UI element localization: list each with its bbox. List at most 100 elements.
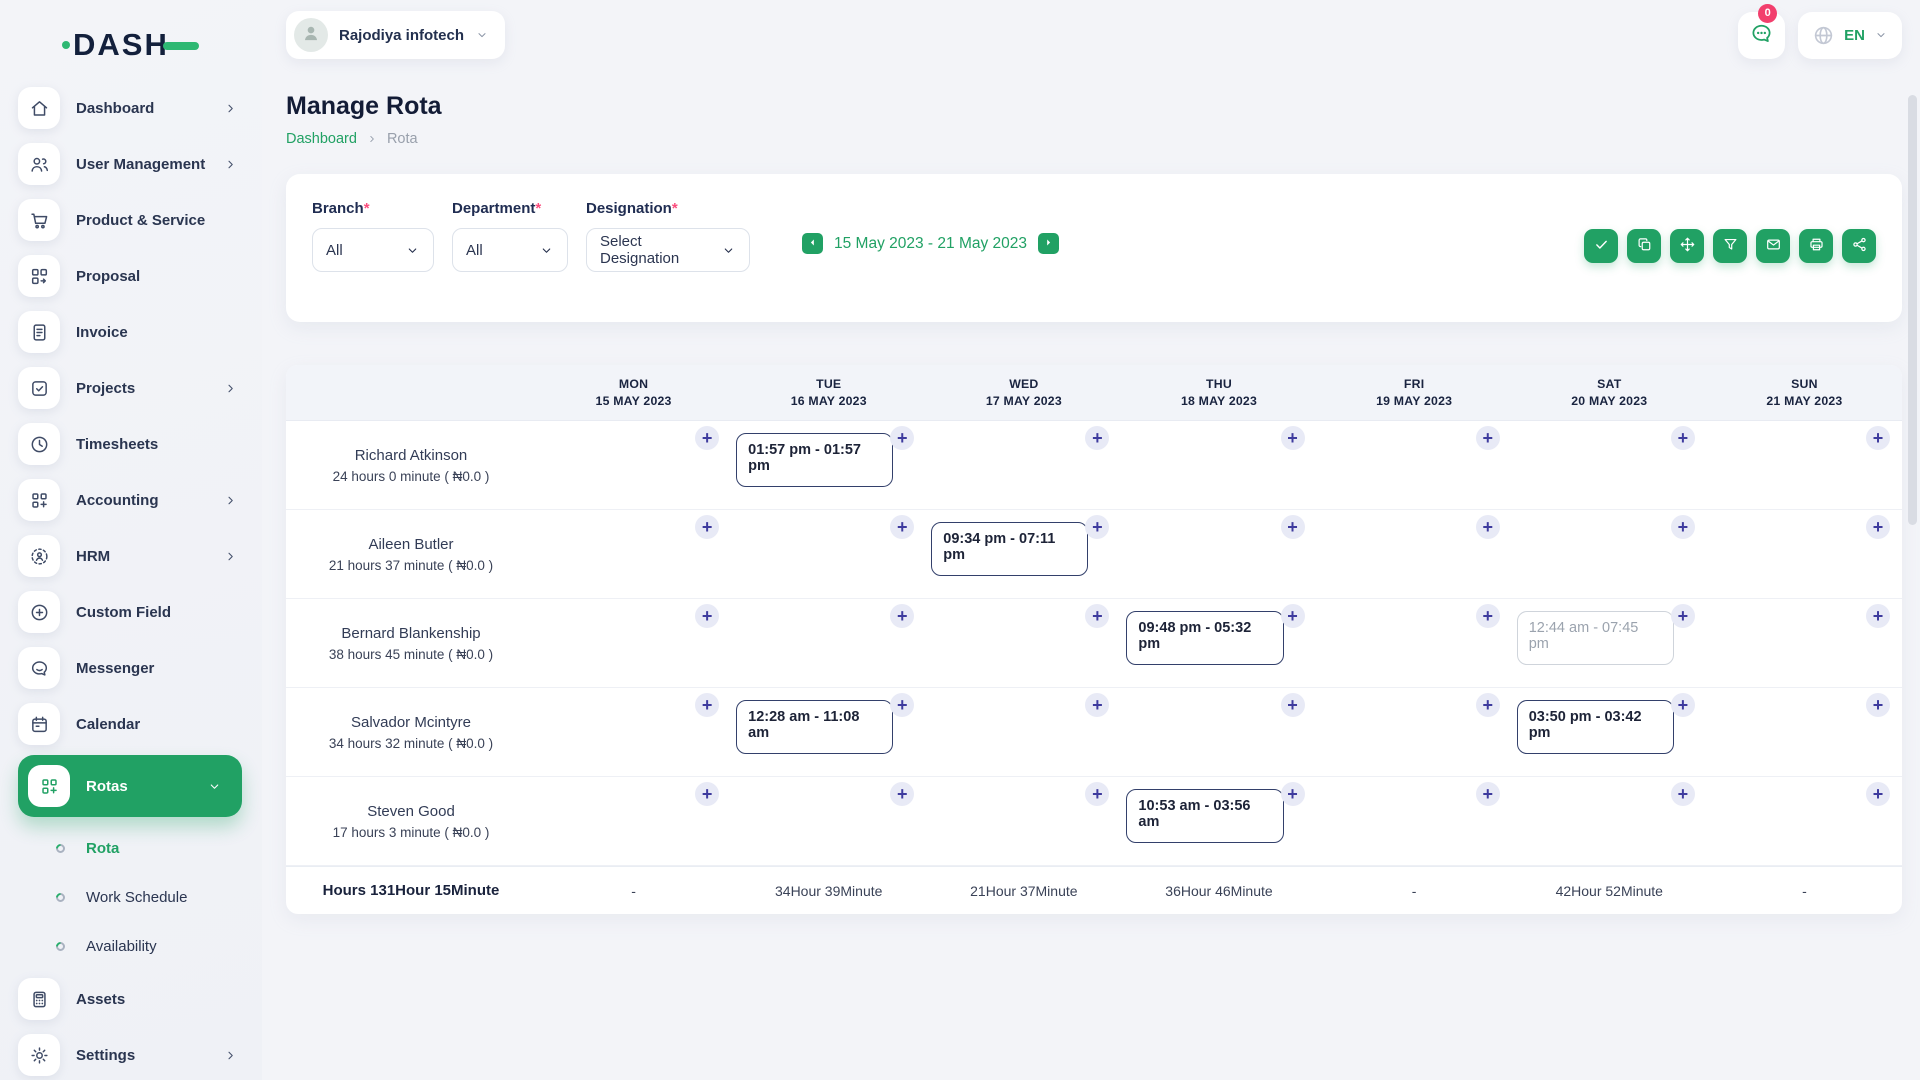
add-shift-button[interactable]: + — [1281, 604, 1305, 628]
sidebar-item-projects[interactable]: Projects — [18, 360, 262, 416]
designation-select[interactable]: Select Designation — [586, 228, 750, 272]
sidebar-item-messenger[interactable]: Messenger — [18, 640, 262, 696]
department-select[interactable]: All — [452, 228, 568, 272]
mail-button[interactable] — [1756, 229, 1790, 263]
breadcrumb-dashboard-link[interactable]: Dashboard — [286, 131, 357, 147]
sidebar-item-settings[interactable]: Settings — [18, 1027, 262, 1080]
add-shift-button[interactable]: + — [1671, 604, 1695, 628]
add-shift-button[interactable]: + — [695, 604, 719, 628]
sidebar-item-user-management[interactable]: User Management — [18, 136, 262, 192]
rota-table: MON15 MAY 2023TUE16 MAY 2023WED17 MAY 20… — [286, 365, 1902, 914]
add-shift-button[interactable]: + — [1476, 782, 1500, 806]
sidebar-item-invoice[interactable]: Invoice — [18, 304, 262, 360]
add-shift-button[interactable]: + — [1085, 604, 1109, 628]
add-shift-button[interactable]: + — [890, 515, 914, 539]
add-shift-button[interactable]: + — [695, 426, 719, 450]
add-shift-button[interactable]: + — [1671, 782, 1695, 806]
caret-right-icon — [1042, 236, 1055, 252]
calculator-icon — [18, 978, 60, 1020]
language-selector[interactable]: EN — [1798, 12, 1902, 59]
add-shift-button[interactable]: + — [1085, 693, 1109, 717]
add-shift-button[interactable]: + — [1281, 782, 1305, 806]
chevron-down-icon — [207, 779, 222, 794]
globe-icon — [1812, 24, 1835, 47]
sidebar-item-rotas[interactable]: Rotas — [18, 755, 242, 817]
sidebar-item-calendar[interactable]: Calendar — [18, 696, 262, 752]
branch-select[interactable]: All — [312, 228, 434, 272]
sidebar-item-timesheets[interactable]: Timesheets — [18, 416, 262, 472]
sidebar-item-product-service[interactable]: Product & Service — [18, 192, 262, 248]
rota-cell-mon: + — [536, 777, 731, 865]
copy-button[interactable] — [1627, 229, 1661, 263]
next-week-button[interactable] — [1038, 233, 1059, 254]
add-shift-button[interactable]: + — [1476, 426, 1500, 450]
employee-info: Steven Good17 hours 3 minute ( ₦0.0 ) — [286, 777, 536, 865]
shift-entry[interactable]: 10:53 am - 03:56 am — [1126, 789, 1283, 843]
shift-entry[interactable]: 09:34 pm - 07:11 pm — [931, 522, 1088, 576]
date-range-label: 15 May 2023 - 21 May 2023 — [834, 235, 1027, 253]
add-shift-button[interactable]: + — [890, 604, 914, 628]
filter-card: Branch*AllDepartment*AllDesignation*Sele… — [286, 174, 1902, 322]
add-shift-button[interactable]: + — [1671, 426, 1695, 450]
day-header-mon: MON15 MAY 2023 — [536, 365, 731, 420]
caret-left-icon — [806, 236, 819, 252]
add-shift-button[interactable]: + — [695, 782, 719, 806]
add-shift-button[interactable]: + — [1476, 515, 1500, 539]
designation-field: Designation*Select Designation — [586, 200, 750, 272]
share-icon — [1851, 236, 1868, 256]
add-shift-button[interactable]: + — [1866, 426, 1890, 450]
rota-cell-thu: +09:48 pm - 05:32 pm — [1121, 599, 1316, 687]
chat-icon — [18, 647, 60, 689]
add-shift-button[interactable]: + — [695, 515, 719, 539]
add-shift-button[interactable]: + — [1476, 693, 1500, 717]
chevron-down-icon — [405, 243, 420, 258]
chat-badge: 0 — [1758, 4, 1777, 23]
move-button[interactable] — [1670, 229, 1704, 263]
shift-entry[interactable]: 12:28 am - 11:08 am — [736, 700, 893, 754]
add-shift-button[interactable]: + — [1281, 426, 1305, 450]
add-shift-button[interactable]: + — [1866, 782, 1890, 806]
sidebar: DASH DashboardUser ManagementProduct & S… — [0, 0, 262, 1080]
sidebar-item-custom-field[interactable]: Custom Field — [18, 584, 262, 640]
sidebar-item-work-schedule[interactable]: Work Schedule — [18, 873, 262, 922]
shift-entry[interactable]: 12:44 am - 07:45 pm — [1517, 611, 1674, 665]
sidebar-item-proposal[interactable]: Proposal — [18, 248, 262, 304]
company-selector[interactable]: Rajodiya infotech — [286, 11, 505, 59]
filter-icon — [1722, 236, 1739, 256]
sidebar-item-availability[interactable]: Availability — [18, 922, 262, 971]
add-shift-button[interactable]: + — [1866, 693, 1890, 717]
add-shift-button[interactable]: + — [695, 693, 719, 717]
add-shift-button[interactable]: + — [1476, 604, 1500, 628]
field-label: Branch* — [312, 200, 434, 217]
add-shift-button[interactable]: + — [1085, 515, 1109, 539]
print-button[interactable] — [1799, 229, 1833, 263]
sidebar-item-dashboard[interactable]: Dashboard — [18, 80, 262, 136]
add-shift-button[interactable]: + — [1085, 782, 1109, 806]
check-button[interactable] — [1584, 229, 1618, 263]
sidebar-item-assets[interactable]: Assets — [18, 971, 262, 1027]
add-shift-button[interactable]: + — [890, 693, 914, 717]
share-button[interactable] — [1842, 229, 1876, 263]
add-shift-button[interactable]: + — [890, 782, 914, 806]
sidebar-item-hrm[interactable]: HRM — [18, 528, 262, 584]
add-shift-button[interactable]: + — [1085, 426, 1109, 450]
add-shift-button[interactable]: + — [1866, 515, 1890, 539]
add-shift-button[interactable]: + — [1866, 604, 1890, 628]
add-shift-button[interactable]: + — [890, 426, 914, 450]
add-shift-button[interactable]: + — [1281, 515, 1305, 539]
day-total-wed: 21Hour 37Minute — [926, 867, 1121, 914]
chevron-down-icon — [475, 28, 489, 42]
sidebar-item-rota[interactable]: Rota — [18, 824, 262, 873]
shift-entry[interactable]: 01:57 pm - 01:57 pm — [736, 433, 893, 487]
add-shift-button[interactable]: + — [1671, 693, 1695, 717]
add-shift-button[interactable]: + — [1671, 515, 1695, 539]
page-scrollbar[interactable] — [1908, 95, 1917, 525]
shift-entry[interactable]: 03:50 pm - 03:42 pm — [1517, 700, 1674, 754]
filter-button[interactable] — [1713, 229, 1747, 263]
rota-cell-wed: + — [926, 688, 1121, 776]
add-shift-button[interactable]: + — [1281, 693, 1305, 717]
shift-entry[interactable]: 09:48 pm - 05:32 pm — [1126, 611, 1283, 665]
previous-week-button[interactable] — [802, 233, 823, 254]
sidebar-item-accounting[interactable]: Accounting — [18, 472, 262, 528]
messenger-button[interactable]: 0 — [1738, 12, 1785, 59]
